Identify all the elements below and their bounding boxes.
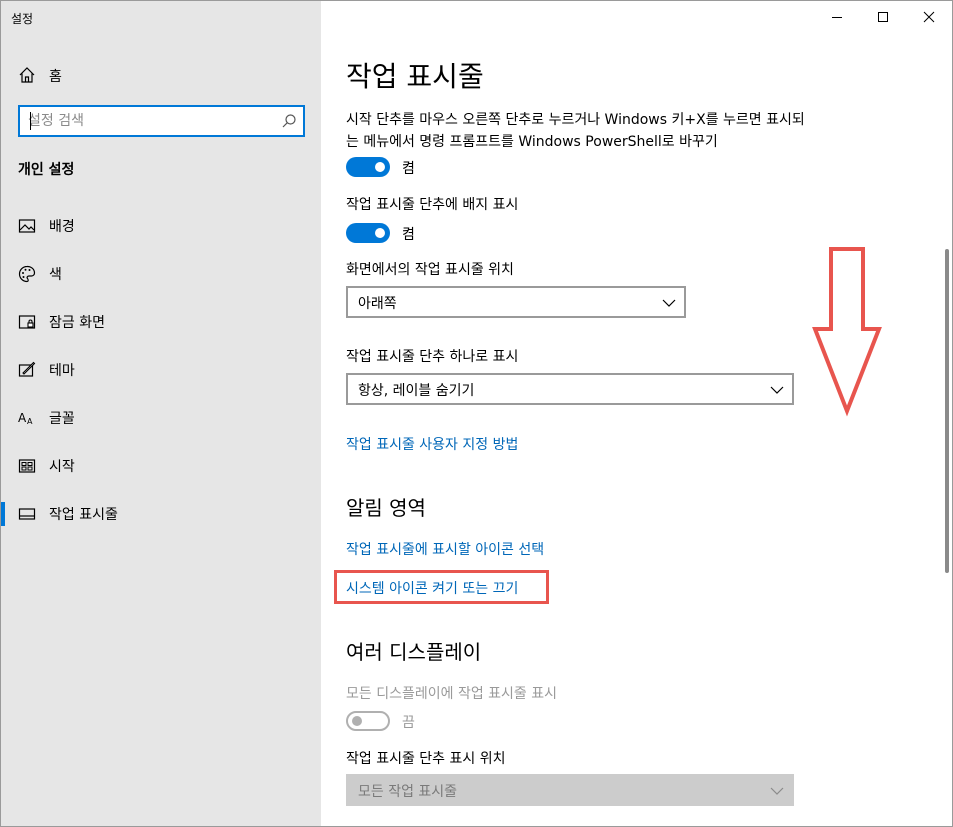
customize-taskbar-link[interactable]: 작업 표시줄 사용자 지정 방법 <box>346 434 518 454</box>
badge-setting-label: 작업 표시줄 단추에 배지 표시 <box>346 197 519 213</box>
toggle-knob <box>352 716 362 726</box>
show-all-displays-toggle[interactable] <box>346 711 390 731</box>
show-all-displays-label: 모든 디스플레이에 작업 표시줄 표시 <box>346 686 557 702</box>
font-icon: A A <box>18 411 33 426</box>
chevron-down-icon <box>662 299 676 307</box>
sidebar-item-start[interactable]: 시작 <box>1 446 321 486</box>
badge-toggle-state: 켬 <box>402 227 415 243</box>
notification-area-heading: 알림 영역 <box>346 496 426 520</box>
highlight-annotation-box <box>334 570 549 604</box>
down-arrow-annotation-icon <box>812 247 882 417</box>
sidebar-item-label: 색 <box>49 267 62 283</box>
badge-toggle[interactable] <box>346 223 390 243</box>
chevron-down-icon <box>770 787 784 795</box>
section-heading: 개인 설정 <box>18 162 75 178</box>
sidebar-item-background[interactable]: 배경 <box>1 206 321 246</box>
buttons-location-dropdown[interactable]: 모든 작업 표시줄 <box>346 774 794 806</box>
maximize-button[interactable] <box>860 1 906 33</box>
powershell-description: 시작 단추를 마우스 오른쪽 단추로 누르거나 Windows 키+X를 누르면… <box>346 112 805 150</box>
app-title: 설정 <box>11 12 34 26</box>
buttons-location-selected: 모든 작업 표시줄 <box>358 784 458 800</box>
theme-icon <box>18 361 36 377</box>
settings-window: 설정 홈 개인 설정 배경 <box>0 0 953 827</box>
palette-icon <box>18 265 36 283</box>
combine-dropdown[interactable]: 항상, 레이블 숨기기 <box>346 373 794 405</box>
sidebar-item-label: 테마 <box>49 363 75 379</box>
minimize-button[interactable] <box>814 1 860 33</box>
sidebar-item-label: 잠금 화면 <box>49 315 105 331</box>
sidebar-item-theme[interactable]: 테마 <box>1 350 321 390</box>
select-icons-link[interactable]: 작업 표시줄에 표시할 아이콘 선택 <box>346 539 544 559</box>
powershell-toggle[interactable] <box>346 157 390 177</box>
sidebar-item-color[interactable]: 색 <box>1 254 321 294</box>
svg-text:A: A <box>27 417 33 426</box>
multiple-displays-heading: 여러 디스플레이 <box>346 640 482 664</box>
home-icon <box>19 67 35 83</box>
combine-label: 작업 표시줄 단추 하나로 표시 <box>346 349 519 365</box>
location-selected: 아래쪽 <box>358 296 397 312</box>
show-all-displays-toggle-state: 끔 <box>402 715 415 731</box>
minimize-icon <box>832 17 842 18</box>
start-icon <box>18 459 36 473</box>
picture-icon <box>18 219 36 233</box>
page-title: 작업 표시줄 <box>346 60 484 93</box>
sidebar: 설정 홈 개인 설정 배경 <box>1 1 321 826</box>
toggle-knob <box>375 228 385 238</box>
taskbar-icon <box>18 508 36 520</box>
scrollbar-thumb[interactable] <box>945 249 949 573</box>
sidebar-item-fonts[interactable]: A A 글꼴 <box>1 398 321 438</box>
sidebar-item-label: 시작 <box>49 459 75 475</box>
chevron-down-icon <box>770 386 784 394</box>
sidebar-item-lock-screen[interactable]: 잠금 화면 <box>1 302 321 342</box>
powershell-toggle-state: 켬 <box>402 161 415 177</box>
location-label: 화면에서의 작업 표시줄 위치 <box>346 262 514 278</box>
combine-selected: 항상, 레이블 숨기기 <box>358 383 475 399</box>
sidebar-item-taskbar[interactable]: 작업 표시줄 <box>1 494 321 534</box>
search-icon[interactable] <box>281 113 297 129</box>
sidebar-home-label: 홈 <box>49 69 62 85</box>
search-box[interactable] <box>18 105 305 137</box>
sidebar-item-label: 작업 표시줄 <box>49 507 118 523</box>
close-icon <box>923 11 935 23</box>
svg-text:A: A <box>18 411 27 425</box>
search-input[interactable] <box>28 112 278 130</box>
sidebar-item-label: 배경 <box>49 219 75 235</box>
location-dropdown[interactable]: 아래쪽 <box>346 286 686 318</box>
close-button[interactable] <box>906 1 952 33</box>
toggle-knob <box>375 162 385 172</box>
maximize-icon <box>878 12 888 22</box>
sidebar-item-label: 글꼴 <box>49 411 75 427</box>
text-caret <box>30 112 31 130</box>
lock-screen-icon <box>18 315 36 329</box>
buttons-location-label: 작업 표시줄 단추 표시 위치 <box>346 751 506 767</box>
sidebar-home[interactable]: 홈 <box>1 59 321 91</box>
